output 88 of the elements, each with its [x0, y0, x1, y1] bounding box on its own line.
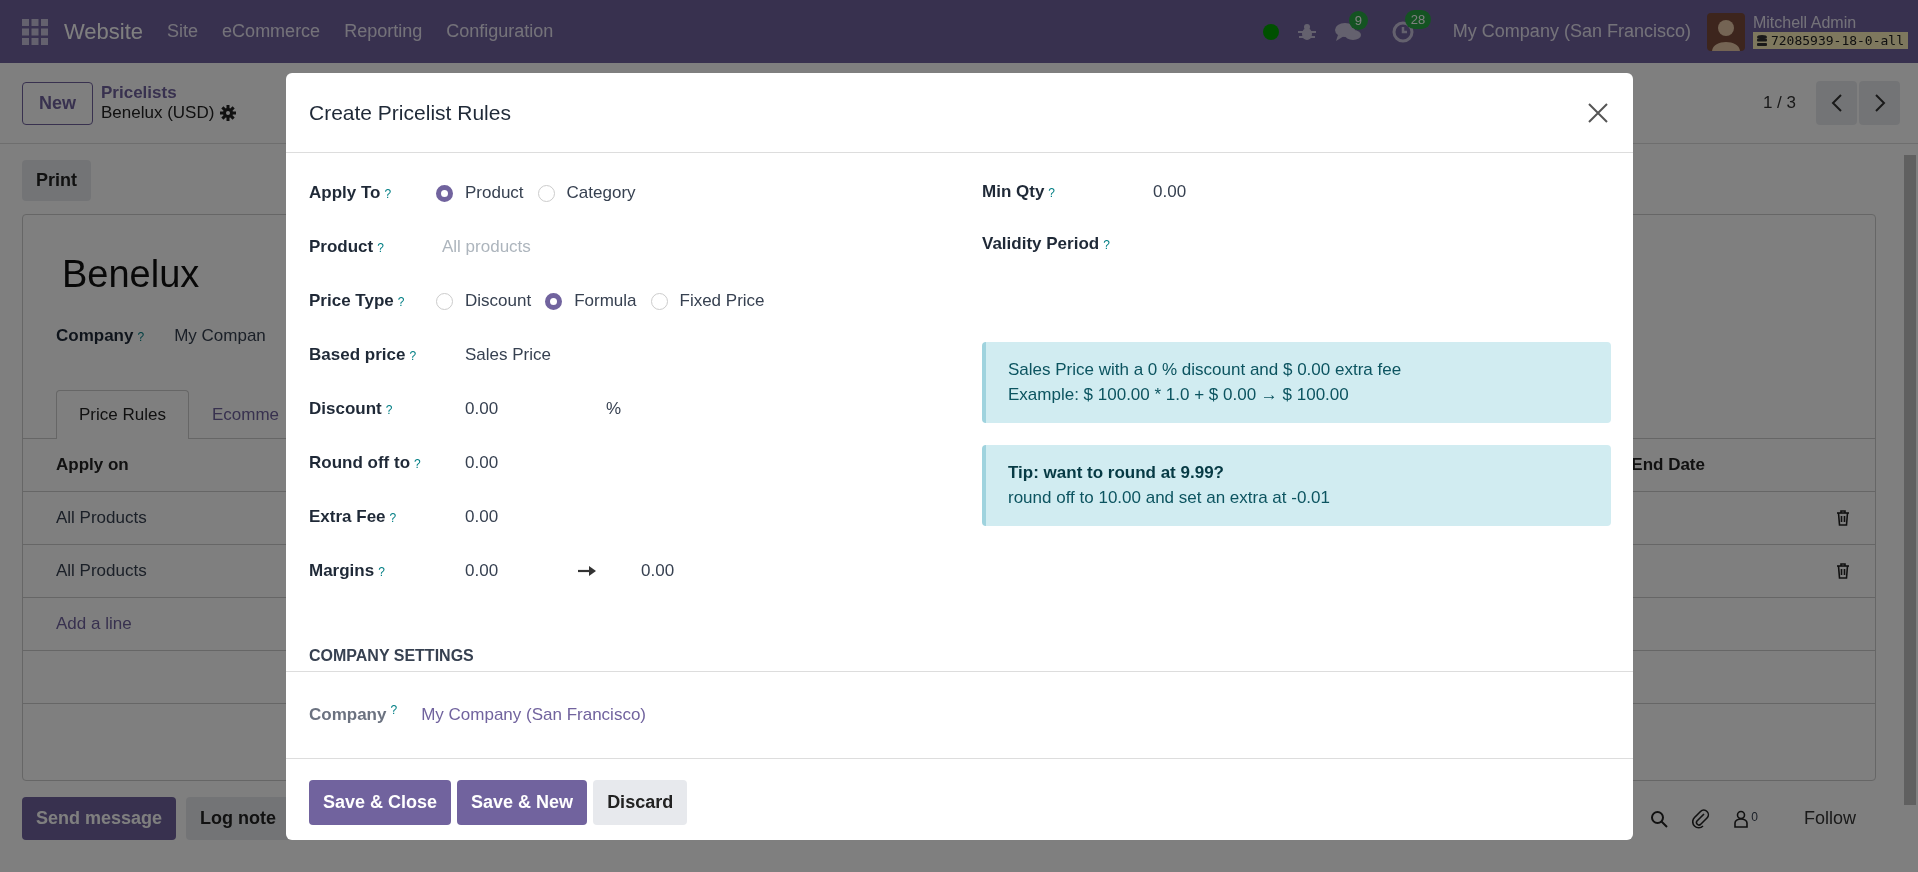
- add-line-link[interactable]: Add a line: [56, 614, 132, 634]
- input-field[interactable]: 0.00: [1153, 182, 1187, 202]
- field-label: Company: [56, 326, 134, 346]
- status-dot: [1262, 23, 1279, 40]
- field-label: Based price: [309, 345, 406, 365]
- apps-menu-icon[interactable]: [22, 18, 48, 45]
- delete-icon[interactable]: [1836, 563, 1850, 579]
- field-label: Validity Period: [982, 234, 1100, 254]
- alert-text: Example: $ 100.00 * 1.0 + $ 0.00 → $ 100.00: [1008, 385, 1350, 405]
- help-mark[interactable]: ?: [377, 241, 384, 255]
- person-icon[interactable]: [1734, 809, 1749, 828]
- arrow-icon: [578, 566, 596, 576]
- follower-count: 0: [1751, 809, 1758, 824]
- search-icon[interactable]: [1650, 809, 1669, 828]
- send-message-button[interactable]: Send message: [22, 797, 177, 840]
- user-name[interactable]: Mitchell Admin: [1752, 14, 1908, 32]
- radio-label[interactable]: Formula: [574, 291, 637, 311]
- app-name[interactable]: Website: [64, 18, 144, 45]
- input-field[interactable]: 0.00: [436, 453, 499, 473]
- paperclip-icon[interactable]: [1692, 808, 1711, 829]
- help-mark[interactable]: ?: [378, 565, 385, 579]
- field-label: Company: [309, 705, 387, 725]
- radio-label[interactable]: Product: [465, 183, 524, 203]
- radio-button[interactable]: [545, 292, 563, 310]
- radio-label[interactable]: Discount: [465, 291, 532, 311]
- dialog-title: Create Pricelist Rules: [309, 100, 511, 125]
- previous-button[interactable]: [1816, 81, 1857, 125]
- help-mark[interactable]: ?: [397, 295, 405, 309]
- menu-item[interactable]: Site: [167, 21, 199, 42]
- field-label: Discount: [309, 399, 382, 419]
- dialog-button[interactable]: Discard: [593, 780, 688, 825]
- radio-label[interactable]: Fixed Price: [679, 291, 765, 311]
- field-label: Product: [309, 237, 374, 257]
- bug-icon[interactable]: [1296, 21, 1317, 42]
- help-mark[interactable]: ?: [1103, 238, 1110, 252]
- print-button[interactable]: Print: [22, 160, 91, 201]
- help-mark[interactable]: ?: [409, 349, 417, 363]
- help-mark[interactable]: ?: [1048, 186, 1056, 200]
- alert-title: Tip: want to round at 9.99?: [1008, 463, 1225, 483]
- input-field[interactable]: 0.00: [436, 507, 499, 527]
- count-badge: 9: [1348, 10, 1369, 30]
- unit-label: %: [606, 399, 622, 419]
- count-badge: 28: [1404, 9, 1432, 29]
- database-badge: 72085939-18-0-all: [1752, 32, 1908, 49]
- gear-icon[interactable]: [220, 105, 237, 121]
- input-field[interactable]: 0.00: [436, 399, 606, 419]
- avatar-icon[interactable]: [1706, 12, 1745, 51]
- company-field[interactable]: My Compan: [174, 326, 266, 346]
- alert-text: Sales Price with a 0 % discount and $ 0.00 extra fee: [1008, 360, 1403, 380]
- breadcrumb-link[interactable]: Pricelists: [101, 83, 237, 103]
- tab[interactable]: Price Rules: [56, 390, 189, 439]
- help-mark[interactable]: ?: [384, 187, 392, 201]
- record-title: Benelux (USD): [101, 103, 215, 123]
- section-title: COMPANY SETTINGS: [286, 647, 1633, 672]
- dialog-button[interactable]: Save & Close: [309, 780, 452, 825]
- dialog-button[interactable]: Save & New: [457, 780, 588, 825]
- record-name: Benelux: [62, 253, 200, 296]
- column-header: Apply on: [56, 455, 129, 475]
- next-button[interactable]: [1859, 81, 1900, 125]
- delete-icon[interactable]: [1836, 510, 1850, 526]
- input-field[interactable]: 0.00: [436, 561, 578, 581]
- radio-label[interactable]: Category: [566, 183, 636, 203]
- help-mark[interactable]: ?: [389, 511, 397, 525]
- help-mark[interactable]: ?: [137, 330, 145, 344]
- help-mark[interactable]: ?: [414, 457, 421, 471]
- field-label: Min Qty: [982, 182, 1045, 202]
- pager-count: 1 / 3: [1762, 93, 1796, 113]
- close-icon[interactable]: [1588, 102, 1608, 123]
- input-field[interactable]: 0.00: [612, 561, 675, 581]
- help-mark[interactable]: ?: [390, 703, 398, 717]
- field-label: Extra Fee: [309, 507, 386, 527]
- field-label: Round off to: [309, 453, 410, 473]
- table-cell: All Products: [56, 508, 147, 528]
- new-button[interactable]: New: [22, 81, 93, 125]
- follow-button[interactable]: Follow: [1798, 807, 1862, 830]
- chevron-right-icon: [1873, 94, 1886, 112]
- alert-text: round off to 10.00 and set an extra at -0.01: [1008, 488, 1331, 508]
- scrollbar[interactable]: [1904, 155, 1916, 805]
- field-label: Margins: [309, 561, 375, 581]
- field-label: Apply To: [309, 183, 381, 203]
- table-cell: All Products: [56, 561, 147, 581]
- help-mark[interactable]: ?: [385, 403, 393, 417]
- company-switcher[interactable]: My Company (San Francisco): [1452, 21, 1691, 42]
- chevron-left-icon: [1830, 94, 1843, 112]
- company-link[interactable]: My Company (San Francisco): [421, 705, 646, 725]
- field-label: Price Type: [309, 291, 394, 311]
- input-field[interactable]: Sales Price: [436, 345, 551, 365]
- radio-button[interactable]: [436, 184, 453, 202]
